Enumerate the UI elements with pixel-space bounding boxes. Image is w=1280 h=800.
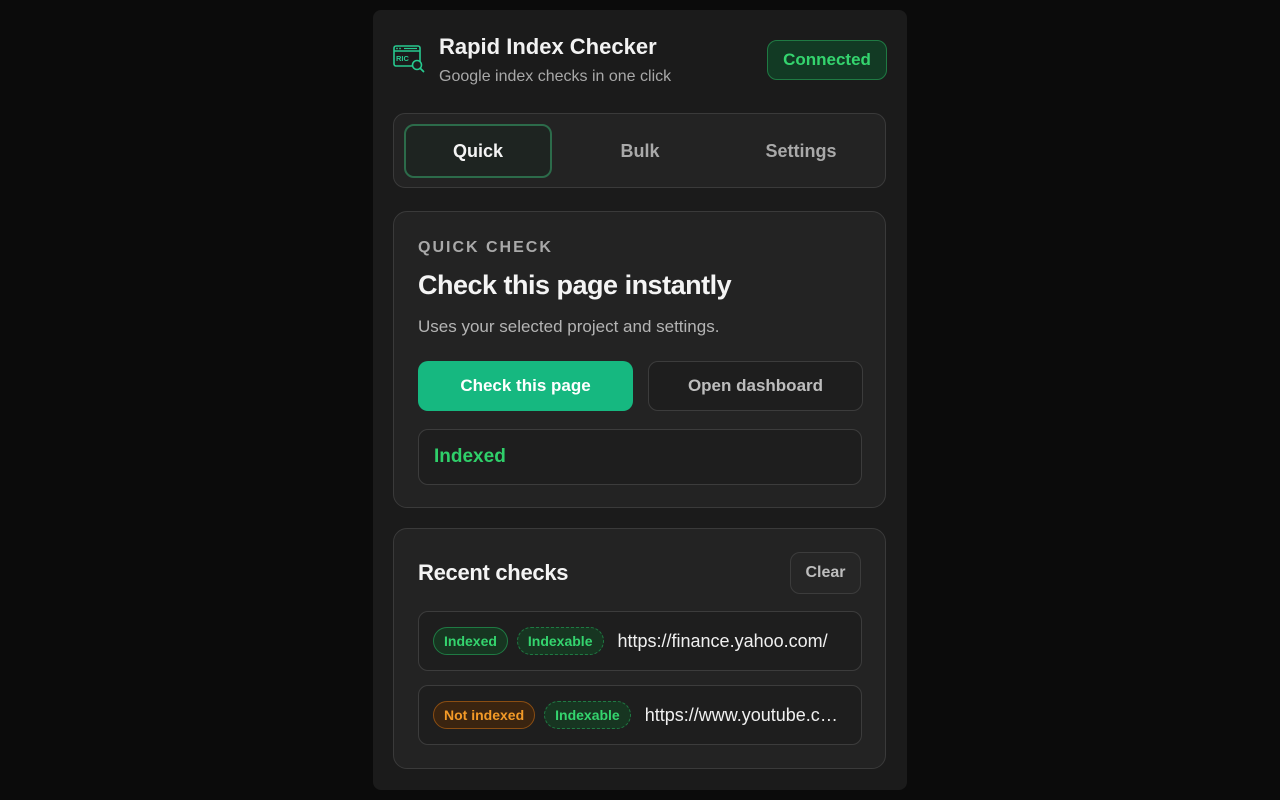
connection-status-badge: Connected [767,40,887,80]
status-badge: Not indexed [433,701,536,729]
row-url: https://finance.yahoo.com/ [617,630,828,651]
logo-icon: RIC [393,45,425,73]
quick-check-eyebrow: QUICK CHECK [418,239,553,256]
open-dashboard-button[interactable]: Open dashboard [648,361,863,411]
recent-check-row[interactable]: Indexed Indexable https://finance.yahoo.… [418,611,862,671]
indexability-badge: Indexable [544,701,631,729]
indexability-badge: Indexable [516,627,604,655]
row-url: https://www.youtube.com/ [644,704,850,725]
quick-check-title: Check this page instantly [418,270,732,300]
recent-checks-title: Recent checks [418,560,569,585]
recent-check-row[interactable]: Not indexed Indexable https://www.youtub… [418,685,862,745]
app-subtitle: Google index checks in one click [439,68,672,85]
header: RIC Rapid Index Checker Google index che… [393,34,887,94]
status-badge: Indexed [433,627,508,655]
tab-settings[interactable]: Settings [727,124,875,178]
quick-check-card: QUICK CHECK Check this page instantly Us… [393,211,886,508]
quick-check-description: Uses your selected project and settings. [418,317,720,336]
quick-check-result: Indexed [418,429,862,485]
app-title: Rapid Index Checker [439,34,657,59]
tab-bar: Quick Bulk Settings [393,113,886,188]
recent-checks-card: Recent checks Clear Indexed Indexable ht… [393,528,886,769]
tab-quick[interactable]: Quick [404,124,552,178]
result-status-text: Indexed [434,446,506,467]
extension-popup: RIC Rapid Index Checker Google index che… [373,10,907,790]
check-this-page-button[interactable]: Check this page [418,361,633,411]
tab-bulk[interactable]: Bulk [566,124,714,178]
clear-button[interactable]: Clear [790,552,861,594]
logo-text: RIC [396,54,410,63]
